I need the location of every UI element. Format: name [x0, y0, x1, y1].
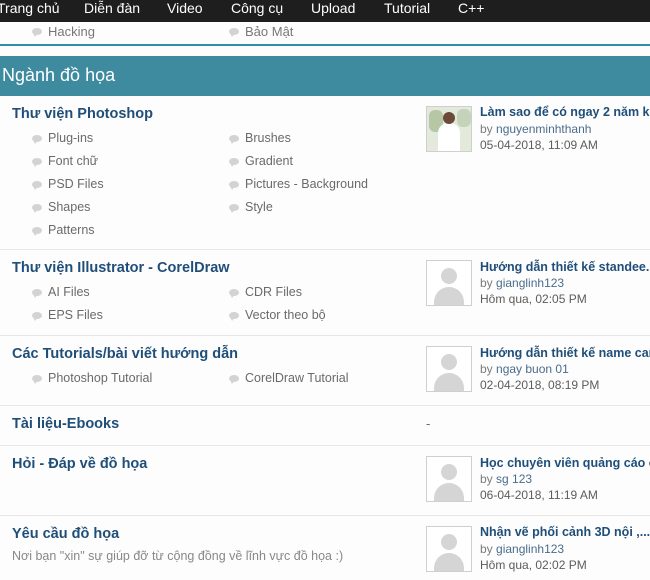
speech-bubble-icon [229, 135, 239, 144]
last-post-title[interactable]: Hướng dẫn thiết kế name card [480, 346, 650, 360]
default-avatar[interactable] [426, 456, 472, 502]
speech-bubble-icon [32, 289, 42, 298]
forum-title[interactable]: Hỏi - Đáp về đồ họa [12, 456, 147, 472]
forum-title[interactable]: Tài liệu-Ebooks [12, 416, 119, 432]
category-header: Ngành đồ họa [0, 56, 650, 96]
user-photo-avatar[interactable] [426, 106, 472, 152]
nav-forum[interactable]: Diễn đàn [84, 0, 140, 22]
subforum-link[interactable]: Shapes [32, 200, 90, 214]
forum-description: Nơi bạn "xin" sự giúp đỡ từ cộng đồng về… [12, 549, 344, 563]
forum-title[interactable]: Thư viện Illustrator - CorelDraw [12, 260, 230, 276]
subforum-link[interactable]: Font chữ [32, 154, 98, 168]
category-title[interactable]: Ngành đồ họa [2, 65, 115, 86]
forum-row: Thư viện Photoshop Plug-ins Brushes Font… [0, 96, 650, 250]
subforum-link[interactable]: Bảo Mật [229, 24, 293, 39]
nav-tutorial[interactable]: Tutorial [384, 0, 430, 22]
subforum-link[interactable]: Vector theo bộ [229, 308, 326, 322]
speech-bubble-icon [229, 28, 239, 37]
subforum-link[interactable]: Gradient [229, 154, 293, 168]
forum-title[interactable]: Yêu cầu đồ họa [12, 526, 119, 542]
last-post-author: by gianglinh123 [480, 276, 565, 290]
speech-bubble-icon [229, 181, 239, 190]
forum-page: Hacking Bảo Mật Ngành đồ họa Thư viện Ph… [0, 22, 650, 580]
subforum-link[interactable]: CDR Files [229, 285, 302, 299]
subforum-link[interactable]: AI Files [32, 285, 90, 299]
last-post-title[interactable]: Hướng dẫn thiết kế standee.... [480, 260, 650, 274]
subforum-link[interactable]: Pictures - Background [229, 177, 368, 191]
nav-video[interactable]: Video [167, 0, 203, 22]
last-post-author: by gianglinh123 [480, 542, 565, 556]
forum-row: Tài liệu-Ebooks - [0, 406, 650, 446]
forum-row: Yêu cầu đồ họa Nơi bạn "xin" sự giúp đỡ … [0, 516, 650, 580]
forum-title[interactable]: Các Tutorials/bài viết hướng dẫn [12, 346, 238, 362]
speech-bubble-icon [229, 375, 239, 384]
last-post-title[interactable]: Học chuyên viên quảng cáo ở [480, 456, 650, 470]
last-post-author: by sg 123 [480, 472, 533, 486]
default-avatar[interactable] [426, 526, 472, 572]
forum-row: Thư viện Illustrator - CorelDraw AI File… [0, 250, 650, 336]
last-post-date: Hôm qua, 02:02 PM [480, 558, 587, 572]
last-post-user[interactable]: ngay buon 01 [496, 362, 569, 376]
nav-home[interactable]: Trang chủ [0, 0, 60, 22]
speech-bubble-icon [229, 289, 239, 298]
subforum-link[interactable]: Photoshop Tutorial [32, 371, 152, 385]
speech-bubble-icon [229, 158, 239, 167]
forum-row: Hỏi - Đáp về đồ họa Học chuyên viên quản… [0, 446, 650, 516]
nav-cpp[interactable]: C++ [458, 0, 484, 22]
subforum-link[interactable]: PSD Files [32, 177, 104, 191]
subforum-link[interactable]: Brushes [229, 131, 291, 145]
no-last-post: - [426, 416, 431, 431]
default-avatar[interactable] [426, 260, 472, 306]
speech-bubble-icon [32, 375, 42, 384]
speech-bubble-icon [32, 312, 42, 321]
last-post-user[interactable]: nguyenminhthanh [496, 122, 591, 136]
speech-bubble-icon [32, 158, 42, 167]
forum-title[interactable]: Thư viện Photoshop [12, 106, 153, 122]
nav-upload[interactable]: Upload [311, 0, 355, 22]
last-post-user[interactable]: gianglinh123 [496, 276, 564, 290]
subforum-link[interactable]: Style [229, 200, 273, 214]
last-post-author: by nguyenminhthanh [480, 122, 592, 136]
nav-tools[interactable]: Công cụ [231, 0, 283, 22]
last-post-date: 05-04-2018, 11:09 AM [480, 138, 598, 152]
section-divider [0, 44, 650, 46]
forum-row: Các Tutorials/bài viết hướng dẫn Photosh… [0, 336, 650, 406]
last-post-title[interactable]: Nhận vẽ phối cảnh 3D nội ,... [480, 525, 650, 539]
previous-section-row: Hacking Bảo Mật [0, 22, 650, 44]
speech-bubble-icon [32, 204, 42, 213]
subforum-link[interactable]: Hacking [32, 24, 95, 39]
subforum-link[interactable]: Plug-ins [32, 131, 93, 145]
speech-bubble-icon [229, 312, 239, 321]
last-post-date: 02-04-2018, 08:19 PM [480, 378, 600, 392]
subforum-link[interactable]: Patterns [32, 223, 95, 237]
last-post-date: Hôm qua, 02:05 PM [480, 292, 587, 306]
speech-bubble-icon [32, 227, 42, 236]
last-post-user[interactable]: gianglinh123 [496, 542, 564, 556]
subforum-link[interactable]: EPS Files [32, 308, 103, 322]
speech-bubble-icon [32, 28, 42, 37]
subforum-link[interactable]: CorelDraw Tutorial [229, 371, 349, 385]
last-post-author: by ngay buon 01 [480, 362, 569, 376]
last-post-date: 06-04-2018, 11:19 AM [480, 488, 598, 502]
last-post-user[interactable]: sg 123 [496, 472, 532, 486]
last-post-title[interactable]: Làm sao để có ngay 2 năm kin [480, 105, 650, 119]
speech-bubble-icon [229, 204, 239, 213]
speech-bubble-icon [32, 181, 42, 190]
default-avatar[interactable] [426, 346, 472, 392]
speech-bubble-icon [32, 135, 42, 144]
top-navigation-bar: Trang chủ Diễn đàn Video Công cụ Upload … [0, 0, 650, 22]
